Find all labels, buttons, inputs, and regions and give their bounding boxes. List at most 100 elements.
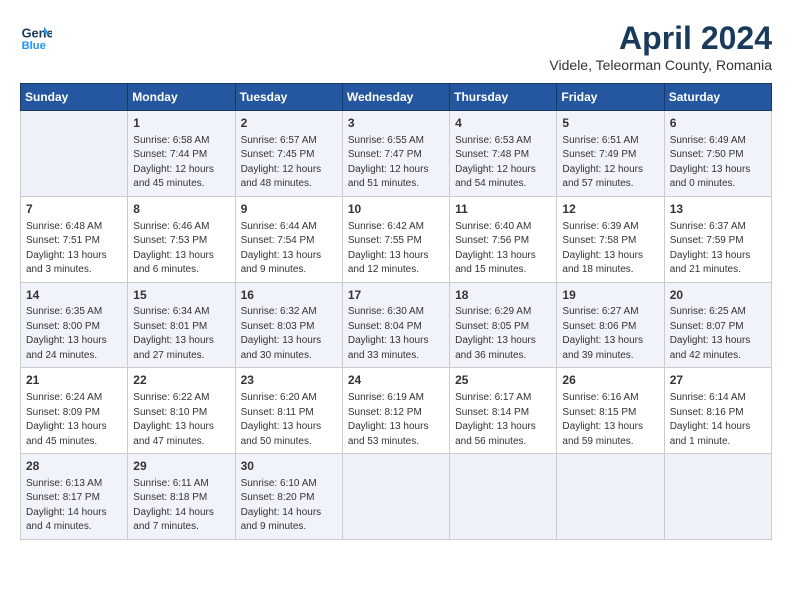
day-info: Sunrise: 6:58 AM Sunset: 7:44 PM Dayligh…: [133, 134, 229, 192]
logo-icon: General Blue: [20, 20, 52, 52]
calendar-cell: 11 Sunrise: 6:40 AM Sunset: 7:56 PM Dayli…: [450, 196, 557, 282]
day-info: Sunrise: 6:44 AM Sunset: 7:54 PM Dayligh…: [241, 220, 337, 278]
weekday-header-tuesday: Tuesday: [235, 84, 342, 111]
day-info: Sunrise: 6:24 AM Sunset: 8:09 PM Dayligh…: [26, 391, 122, 449]
calendar-week-row: 21 Sunrise: 6:24 AM Sunset: 8:09 PM Dayli…: [21, 368, 772, 454]
calendar-cell: 27 Sunrise: 6:14 AM Sunset: 8:16 PM Dayli…: [664, 368, 771, 454]
day-number: 17: [348, 287, 444, 304]
calendar-cell: 3 Sunrise: 6:55 AM Sunset: 7:47 PM Daylig…: [342, 111, 449, 197]
day-number: 23: [241, 372, 337, 389]
calendar-cell: 12 Sunrise: 6:39 AM Sunset: 7:58 PM Dayli…: [557, 196, 664, 282]
calendar-cell: [21, 111, 128, 197]
calendar-cell: [342, 454, 449, 540]
weekday-header-friday: Friday: [557, 84, 664, 111]
calendar-week-row: 28Sunrise: 6:13 AM Sunset: 8:17 PM Dayli…: [21, 454, 772, 540]
day-info: Sunrise: 6:34 AM Sunset: 8:01 PM Dayligh…: [133, 305, 229, 363]
day-info: Sunrise: 6:42 AM Sunset: 7:55 PM Dayligh…: [348, 220, 444, 278]
day-number: 1: [133, 115, 229, 132]
month-year-title: April 2024: [549, 20, 772, 57]
calendar-cell: 18Sunrise: 6:29 AM Sunset: 8:05 PM Dayli…: [450, 282, 557, 368]
svg-text:Blue: Blue: [22, 40, 46, 52]
day-number: 20: [670, 287, 766, 304]
day-info: Sunrise: 6:48 AM Sunset: 7:51 PM Dayligh…: [26, 220, 122, 278]
calendar-cell: 30 Sunrise: 6:10 AM Sunset: 8:20 PM Dayli…: [235, 454, 342, 540]
calendar-cell: 16Sunrise: 6:32 AM Sunset: 8:03 PM Dayli…: [235, 282, 342, 368]
day-info: Sunrise: 6:25 AM Sunset: 8:07 PM Dayligh…: [670, 305, 766, 363]
day-number: 24: [348, 372, 444, 389]
calendar-cell: 10 Sunrise: 6:42 AM Sunset: 7:55 PM Dayli…: [342, 196, 449, 282]
weekday-header-row: SundayMondayTuesdayWednesdayThursdayFrid…: [21, 84, 772, 111]
calendar-cell: 23 Sunrise: 6:20 AM Sunset: 8:11 PM Dayli…: [235, 368, 342, 454]
day-info: Sunrise: 6:57 AM Sunset: 7:45 PM Dayligh…: [241, 134, 337, 192]
calendar-week-row: 7 Sunrise: 6:48 AM Sunset: 7:51 PM Daylig…: [21, 196, 772, 282]
day-info: Sunrise: 6:27 AM Sunset: 8:06 PM Dayligh…: [562, 305, 658, 363]
day-info: Sunrise: 6:19 AM Sunset: 8:12 PM Dayligh…: [348, 391, 444, 449]
calendar-cell: 1 Sunrise: 6:58 AM Sunset: 7:44 PM Daylig…: [128, 111, 235, 197]
calendar-cell: 7 Sunrise: 6:48 AM Sunset: 7:51 PM Daylig…: [21, 196, 128, 282]
calendar-cell: [557, 454, 664, 540]
day-number: 18: [455, 287, 551, 304]
day-info: Sunrise: 6:53 AM Sunset: 7:48 PM Dayligh…: [455, 134, 551, 192]
day-number: 28: [26, 458, 122, 475]
calendar-cell: 9Sunrise: 6:44 AM Sunset: 7:54 PM Daylig…: [235, 196, 342, 282]
day-number: 26: [562, 372, 658, 389]
day-number: 3: [348, 115, 444, 132]
weekday-header-saturday: Saturday: [664, 84, 771, 111]
calendar-cell: 2Sunrise: 6:57 AM Sunset: 7:45 PM Daylig…: [235, 111, 342, 197]
calendar-cell: 20Sunrise: 6:25 AM Sunset: 8:07 PM Dayli…: [664, 282, 771, 368]
calendar-cell: 4 Sunrise: 6:53 AM Sunset: 7:48 PM Daylig…: [450, 111, 557, 197]
day-number: 16: [241, 287, 337, 304]
day-number: 6: [670, 115, 766, 132]
calendar-cell: 26 Sunrise: 6:16 AM Sunset: 8:15 PM Dayli…: [557, 368, 664, 454]
calendar-cell: 28Sunrise: 6:13 AM Sunset: 8:17 PM Dayli…: [21, 454, 128, 540]
weekday-header-sunday: Sunday: [21, 84, 128, 111]
calendar-cell: 29 Sunrise: 6:11 AM Sunset: 8:18 PM Dayli…: [128, 454, 235, 540]
calendar-cell: 25 Sunrise: 6:17 AM Sunset: 8:14 PM Dayli…: [450, 368, 557, 454]
day-info: Sunrise: 6:14 AM Sunset: 8:16 PM Dayligh…: [670, 391, 766, 449]
calendar-cell: 5Sunrise: 6:51 AM Sunset: 7:49 PM Daylig…: [557, 111, 664, 197]
day-number: 15: [133, 287, 229, 304]
day-info: Sunrise: 6:10 AM Sunset: 8:20 PM Dayligh…: [241, 477, 337, 535]
calendar-cell: 19Sunrise: 6:27 AM Sunset: 8:06 PM Dayli…: [557, 282, 664, 368]
calendar-week-row: 14Sunrise: 6:35 AM Sunset: 8:00 PM Dayli…: [21, 282, 772, 368]
day-number: 8: [133, 201, 229, 218]
calendar-cell: 8Sunrise: 6:46 AM Sunset: 7:53 PM Daylig…: [128, 196, 235, 282]
day-info: Sunrise: 6:35 AM Sunset: 8:00 PM Dayligh…: [26, 305, 122, 363]
calendar-cell: 15Sunrise: 6:34 AM Sunset: 8:01 PM Dayli…: [128, 282, 235, 368]
day-info: Sunrise: 6:39 AM Sunset: 7:58 PM Dayligh…: [562, 220, 658, 278]
day-number: 5: [562, 115, 658, 132]
calendar-cell: 17Sunrise: 6:30 AM Sunset: 8:04 PM Dayli…: [342, 282, 449, 368]
day-info: Sunrise: 6:11 AM Sunset: 8:18 PM Dayligh…: [133, 477, 229, 535]
day-info: Sunrise: 6:29 AM Sunset: 8:05 PM Dayligh…: [455, 305, 551, 363]
weekday-header-thursday: Thursday: [450, 84, 557, 111]
day-info: Sunrise: 6:37 AM Sunset: 7:59 PM Dayligh…: [670, 220, 766, 278]
day-info: Sunrise: 6:55 AM Sunset: 7:47 PM Dayligh…: [348, 134, 444, 192]
day-number: 25: [455, 372, 551, 389]
calendar-cell: 13 Sunrise: 6:37 AM Sunset: 7:59 PM Dayli…: [664, 196, 771, 282]
location-subtitle: Videle, Teleorman County, Romania: [549, 57, 772, 73]
day-number: 29: [133, 458, 229, 475]
day-info: Sunrise: 6:32 AM Sunset: 8:03 PM Dayligh…: [241, 305, 337, 363]
day-info: Sunrise: 6:16 AM Sunset: 8:15 PM Dayligh…: [562, 391, 658, 449]
day-info: Sunrise: 6:17 AM Sunset: 8:14 PM Dayligh…: [455, 391, 551, 449]
day-number: 7: [26, 201, 122, 218]
day-number: 13: [670, 201, 766, 218]
weekday-header-wednesday: Wednesday: [342, 84, 449, 111]
weekday-header-monday: Monday: [128, 84, 235, 111]
day-info: Sunrise: 6:40 AM Sunset: 7:56 PM Dayligh…: [455, 220, 551, 278]
day-number: 27: [670, 372, 766, 389]
day-number: 30: [241, 458, 337, 475]
day-info: Sunrise: 6:20 AM Sunset: 8:11 PM Dayligh…: [241, 391, 337, 449]
day-number: 10: [348, 201, 444, 218]
calendar-cell: 14Sunrise: 6:35 AM Sunset: 8:00 PM Dayli…: [21, 282, 128, 368]
calendar-table: SundayMondayTuesdayWednesdayThursdayFrid…: [20, 83, 772, 540]
title-area: April 2024 Videle, Teleorman County, Rom…: [549, 20, 772, 73]
day-number: 12: [562, 201, 658, 218]
day-number: 4: [455, 115, 551, 132]
calendar-week-row: 1 Sunrise: 6:58 AM Sunset: 7:44 PM Daylig…: [21, 111, 772, 197]
day-number: 11: [455, 201, 551, 218]
day-number: 21: [26, 372, 122, 389]
page-header: General Blue April 2024 Videle, Teleorma…: [20, 20, 772, 73]
day-number: 19: [562, 287, 658, 304]
calendar-cell: 22Sunrise: 6:22 AM Sunset: 8:10 PM Dayli…: [128, 368, 235, 454]
